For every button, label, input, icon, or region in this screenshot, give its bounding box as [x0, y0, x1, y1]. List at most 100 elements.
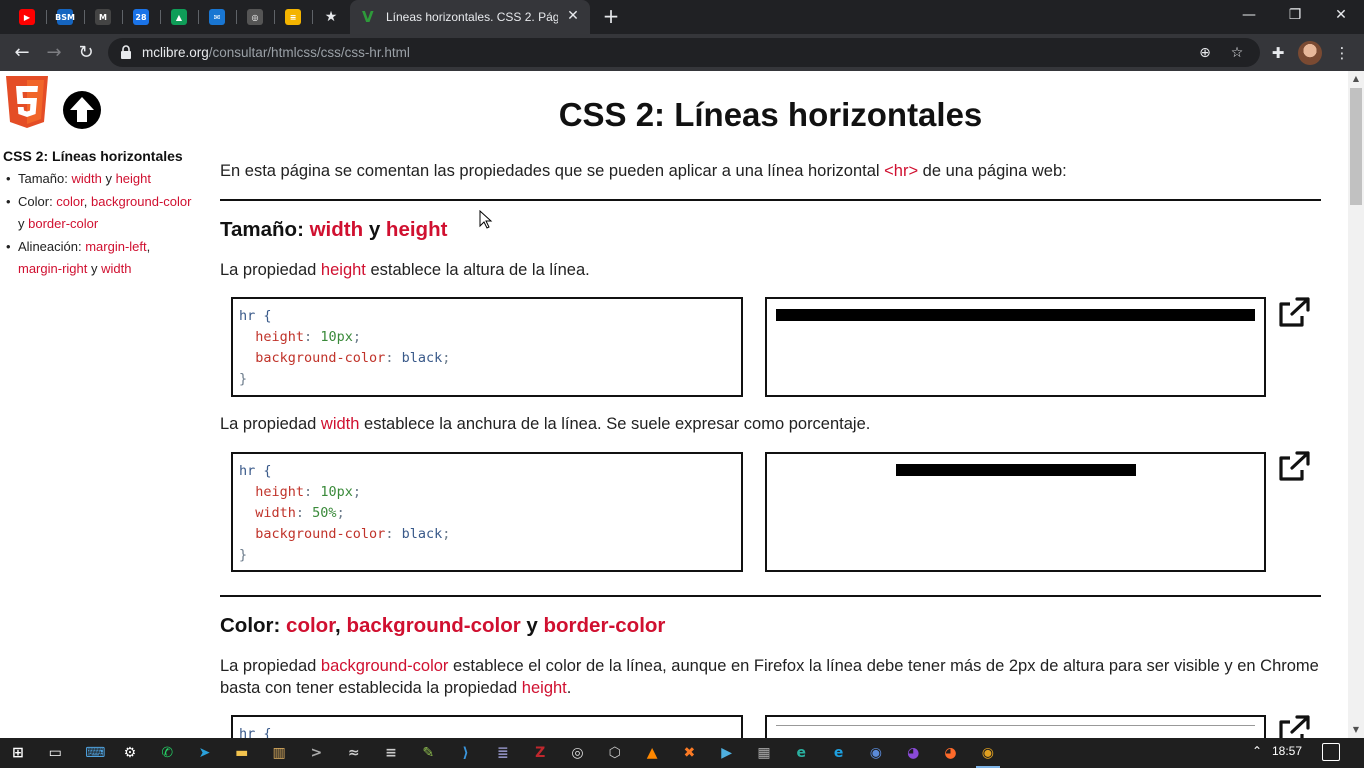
edge-icon: e	[796, 744, 807, 761]
whatsapp-app[interactable]: ✆	[155, 742, 179, 764]
page-scrollbar[interactable]: ▲ ▼	[1348, 71, 1364, 738]
heading-link-border-color[interactable]: border-color	[544, 614, 666, 637]
sidebar-link-width[interactable]: width	[71, 171, 101, 186]
telegram-icon: ➤	[198, 744, 211, 761]
tab-separator	[160, 10, 161, 24]
telegram-app[interactable]: ➤	[193, 742, 217, 764]
windows-start[interactable]: ⊞	[6, 742, 30, 764]
git-app[interactable]: ◎	[566, 742, 590, 764]
bsm-tab[interactable]: BSM	[51, 5, 79, 29]
gmail-tab[interactable]: M	[89, 5, 117, 29]
intro-paragraph: En esta página se comentan las propiedad…	[220, 162, 1067, 180]
background-color-paragraph: La propiedad background-color establece …	[220, 657, 1319, 697]
chrome-app[interactable]: ◉	[975, 742, 1000, 768]
hr-tag-link[interactable]: <hr>	[884, 162, 918, 180]
menu-icon[interactable]: ⋮	[1330, 41, 1354, 65]
height-link[interactable]: height	[321, 261, 366, 279]
mixer-app[interactable]: ≈	[342, 742, 366, 764]
heading-link-height[interactable]: height	[386, 218, 448, 241]
minimize-button[interactable]: —	[1226, 0, 1272, 34]
external-link-icon-2[interactable]	[1276, 450, 1312, 482]
tab-separator	[236, 10, 237, 24]
code-line: hr {	[239, 308, 272, 324]
arrow-up-icon[interactable]	[62, 90, 102, 130]
drive-tab[interactable]: ▲	[165, 5, 193, 29]
explorer-app[interactable]: ▬	[230, 742, 254, 764]
notepadpp-app[interactable]: ✎	[416, 742, 440, 764]
keyboard-app[interactable]: ⌨	[81, 742, 105, 764]
clock[interactable]: 18:57	[1272, 744, 1302, 758]
chromium-app[interactable]: ◉	[864, 742, 888, 764]
notifications-icon[interactable]	[1322, 743, 1340, 761]
bookmark-tab[interactable]: ★	[317, 5, 345, 29]
active-tab[interactable]: V Líneas horizontales. CSS 2. Página ✕	[350, 0, 590, 34]
tab-title: Líneas horizontales. CSS 2. Página	[386, 10, 558, 24]
address-bar[interactable]: mclibre.org/consultar/htmlcss/css/css-hr…	[108, 38, 1260, 67]
vlc-icon: ▲	[646, 744, 658, 761]
sidebar-link-margin-left[interactable]: margin-left	[85, 239, 146, 254]
bookmark-star-icon[interactable]: ☆	[1226, 42, 1248, 64]
forward-button[interactable]: →	[40, 39, 68, 67]
vlc-app[interactable]: ▲	[640, 742, 664, 764]
mail-tab[interactable]: ✉	[203, 5, 231, 29]
code-line: height: 10px;	[255, 329, 361, 345]
sidebar-link-width-2[interactable]: width	[101, 261, 131, 276]
new-tab-button[interactable]: +	[600, 6, 622, 28]
sidebar-link-height[interactable]: height	[116, 171, 151, 186]
code-line: background-color: black;	[255, 526, 451, 542]
html5-logo-icon[interactable]	[4, 76, 50, 130]
filezilla-app[interactable]: Z	[528, 742, 552, 764]
sidebar-link-margin-right[interactable]: margin-right	[18, 261, 87, 276]
terminal-icon: >	[310, 744, 323, 761]
app-tab[interactable]: ◎	[241, 5, 269, 29]
calendar-tab[interactable]: 28	[127, 5, 155, 29]
scroll-up-icon[interactable]: ▲	[1348, 71, 1364, 87]
windows-icon: ⊞	[12, 744, 24, 761]
heading-link-background-color[interactable]: background-color	[346, 614, 520, 637]
firefox-dev-app[interactable]: ◕	[901, 742, 925, 764]
section-divider	[220, 199, 1321, 201]
sidebar-link-border-color[interactable]: border-color	[28, 216, 98, 231]
back-button[interactable]: ←	[8, 39, 36, 67]
heading-link-width[interactable]: width	[310, 218, 364, 241]
code-line: height: 10px;	[255, 484, 361, 500]
sidebar-link-background-color[interactable]: background-color	[91, 194, 191, 209]
restore-button[interactable]: ❐	[1272, 0, 1318, 34]
library-app[interactable]: ▥	[267, 742, 291, 764]
media-app[interactable]: ▶	[715, 742, 739, 764]
result-example-2	[765, 452, 1266, 572]
virtualbox-app[interactable]: ⬡	[603, 742, 627, 764]
edge-app[interactable]: e	[789, 742, 813, 764]
external-link-icon-3[interactable]	[1276, 714, 1312, 738]
reload-button[interactable]: ↻	[72, 39, 100, 67]
external-link-icon[interactable]	[1276, 296, 1312, 328]
vscode-app[interactable]: ⟩	[454, 742, 478, 764]
sidebar-link-color[interactable]: color	[56, 194, 83, 209]
height-link-2[interactable]: height	[522, 679, 567, 697]
width-link[interactable]: width	[321, 415, 360, 433]
stack-app[interactable]: ≣	[491, 742, 515, 764]
background-color-link[interactable]: background-color	[321, 657, 449, 675]
ie-app[interactable]: e	[827, 742, 851, 764]
notes-tab[interactable]: ≡	[279, 5, 307, 29]
scroll-thumb[interactable]	[1350, 88, 1362, 205]
terminal-app[interactable]: >	[304, 742, 328, 764]
youtube-icon: ▶	[19, 9, 35, 25]
close-window-button[interactable]: ✕	[1318, 0, 1364, 34]
monitor-app[interactable]: ▦	[752, 742, 776, 764]
youtube-tab[interactable]: ▶	[13, 5, 41, 29]
close-tab-icon[interactable]: ✕	[564, 7, 582, 25]
notepad-app[interactable]: ≡	[379, 742, 403, 764]
tray-chevron-icon[interactable]: ⌃	[1252, 744, 1262, 758]
scroll-down-icon[interactable]: ▼	[1348, 722, 1364, 738]
heading-link-color[interactable]: color	[286, 614, 335, 637]
firefox-app[interactable]: ◕	[939, 742, 963, 764]
app-settings[interactable]: ⚙	[118, 742, 142, 764]
zoom-icon[interactable]: ⊕	[1194, 42, 1216, 64]
filezilla-icon: Z	[535, 744, 546, 761]
extensions-icon[interactable]: ✚	[1266, 41, 1290, 65]
task-view[interactable]: ▭	[43, 742, 67, 764]
profile-avatar[interactable]	[1298, 41, 1322, 65]
xampp-app[interactable]: ✖	[677, 742, 701, 764]
code-example-1: hr { height: 10px; background-color: bla…	[231, 297, 743, 397]
